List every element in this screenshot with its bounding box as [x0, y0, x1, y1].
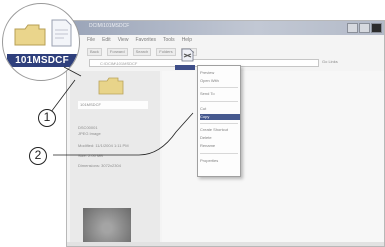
callout-2: 2 — [29, 147, 47, 165]
callout-1: 1 — [38, 109, 56, 127]
callout-lines — [47, 66, 194, 156]
